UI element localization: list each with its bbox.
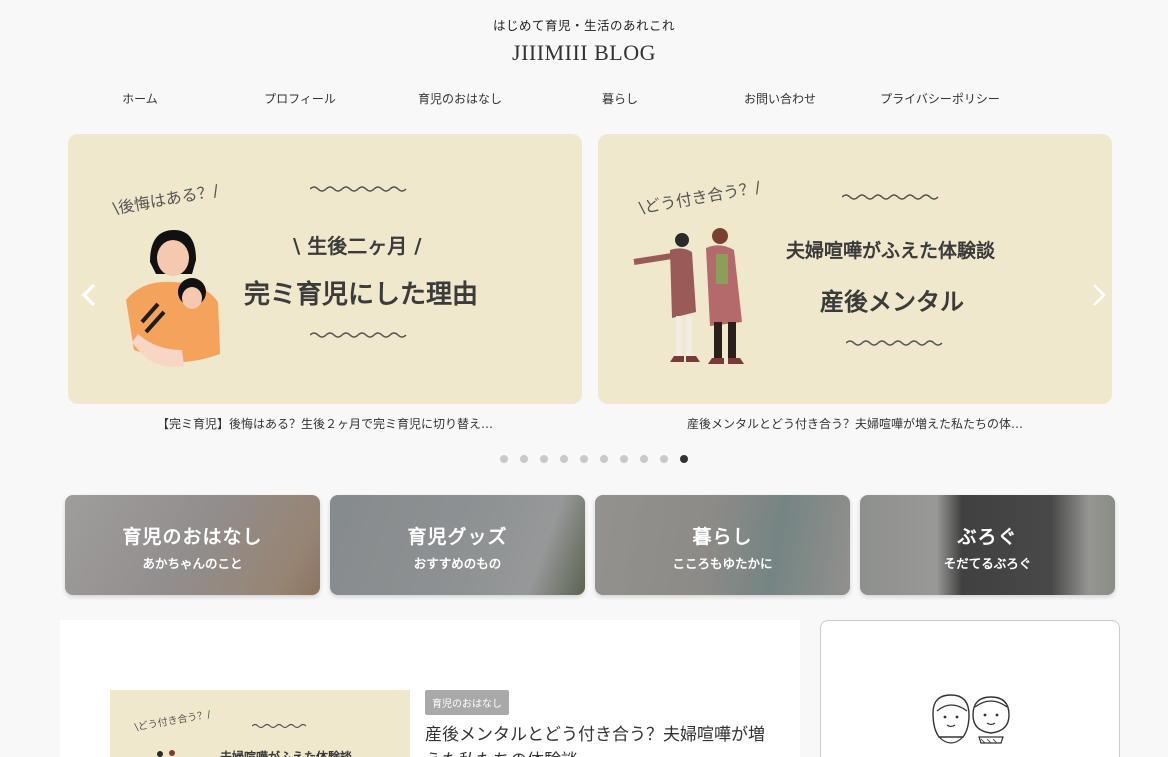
slide-headline-top: \ 生後二ヶ月 / — [293, 234, 422, 258]
slider-dot[interactable] — [660, 455, 668, 463]
post-title[interactable]: 産後メンタルとどう付き合う？夫婦喧嘩が増えた私たちの体験談 — [425, 722, 765, 757]
slide-card[interactable]: \どう付き合う？/ 夫婦喧嘩がふえた体験談 産後メンタル — [598, 134, 1112, 404]
mother-baby-illustration — [126, 230, 220, 367]
thumb-tag: \どう付き合う？/ — [133, 709, 212, 734]
wave-decoration-icon — [846, 340, 943, 346]
slide: \どう付き合う？/ 夫婦喧嘩がふえた体験談 産後メンタル 産後メンタルとどう付き… — [598, 134, 1112, 432]
post-thumbnail[interactable]: \どう付き合う？/ 夫婦喧嘩がふえた体験談 — [110, 690, 410, 757]
couple-illustration — [633, 228, 744, 364]
nav-item-living[interactable]: 暮らし — [540, 90, 700, 107]
slider-dot[interactable] — [620, 455, 628, 463]
sidebar-profile — [820, 620, 1120, 757]
slider-dot[interactable] — [680, 455, 688, 463]
slider-dot[interactable] — [520, 455, 528, 463]
category-title: 暮らし — [692, 526, 753, 548]
slide-card[interactable]: \後悔はある？/ \ 生後二ヶ月 / 完ミ育児にした理由 — [68, 134, 582, 404]
post-category-badge[interactable]: 育児のおはなし — [425, 690, 509, 715]
category-title: ぶろぐ — [957, 526, 1018, 548]
chevron-right-icon — [1093, 284, 1106, 306]
wave-decoration-icon — [252, 723, 307, 729]
nav-item-privacy[interactable]: プライバシーポリシー — [860, 90, 1020, 107]
slider-prev-button[interactable] — [80, 282, 98, 313]
category-subtitle: おすすめのもの — [413, 556, 502, 571]
category-subtitle: あかちゃんのこと — [142, 556, 243, 571]
site-header: はじめて育児・生活のあれこれ JIIIMIII BLOG — [0, 0, 1168, 66]
wave-decoration-icon — [310, 186, 407, 192]
slide-caption[interactable]: 産後メンタルとどう付き合う？夫婦喧嘩が増えた私たちの体… — [598, 415, 1112, 432]
slider-dot[interactable] — [600, 455, 608, 463]
slide-headline-main: 産後メンタル — [820, 288, 964, 316]
category-title: 育児のおはなし — [122, 526, 263, 548]
site-tagline: はじめて育児・生活のあれこれ — [492, 18, 675, 33]
slide-tag: \後悔はある？/ — [111, 180, 220, 219]
wave-decoration-icon — [310, 332, 407, 338]
nav-item-parenting[interactable]: 育児のおはなし — [380, 90, 540, 107]
featured-slider: \後悔はある？/ \ 生後二ヶ月 / 完ミ育児にした理由 【完ミ育児】後悔はある — [0, 134, 1168, 474]
chevron-left-icon — [81, 283, 96, 307]
couple-illustration — [157, 750, 175, 757]
category-card-goods[interactable]: 育児グッズ おすすめのもの — [330, 495, 585, 595]
category-cards: 育児のおはなし あかちゃんのこと 育児グッズ おすすめのもの 暮らし こころもゆ… — [65, 495, 1115, 595]
slide: \後悔はある？/ \ 生後二ヶ月 / 完ミ育児にした理由 【完ミ育児】後悔はある — [68, 134, 582, 432]
slider-dot[interactable] — [580, 455, 588, 463]
category-title: 育児グッズ — [407, 526, 508, 548]
category-subtitle: こころもゆたかに — [672, 556, 773, 571]
slider-dot[interactable] — [560, 455, 568, 463]
category-card-living[interactable]: 暮らし こころもゆたかに — [595, 495, 850, 595]
category-card-blog[interactable]: ぶろぐ そだてるぶろぐ — [860, 495, 1115, 595]
site-title[interactable]: JIIIMIII BLOG — [0, 40, 1168, 66]
nav-item-profile[interactable]: プロフィール — [220, 90, 380, 107]
slider-next-button[interactable] — [1090, 282, 1108, 313]
thumb-headline: 夫婦喧嘩がふえた体験談 — [220, 750, 353, 757]
wave-decoration-icon — [842, 194, 939, 200]
slider-dot[interactable] — [640, 455, 648, 463]
slide-headline-main: 完ミ育児にした理由 — [244, 280, 479, 310]
global-nav: ホーム プロフィール 育児のおはなし 暮らし お問い合わせ プライバシーポリシー — [60, 90, 1120, 110]
category-card-parenting[interactable]: 育児のおはなし あかちゃんのこと — [65, 495, 320, 595]
nav-item-home[interactable]: ホーム — [60, 90, 220, 107]
profile-avatar-illustration — [932, 694, 1010, 744]
nav-item-contact[interactable]: お問い合わせ — [700, 90, 860, 107]
slide-caption[interactable]: 【完ミ育児】後悔はある？生後２ヶ月で完ミ育児に切り替え… — [68, 415, 582, 432]
main-content: \どう付き合う？/ 夫婦喧嘩がふえた体験談 育児のおはなし 産後メンタルとどう付… — [60, 620, 800, 757]
slider-dot[interactable] — [540, 455, 548, 463]
slider-dot[interactable] — [500, 455, 508, 463]
slide-tag: \どう付き合う？/ — [637, 177, 762, 218]
category-subtitle: そだてるぶろぐ — [943, 556, 1032, 571]
slide-headline-top: 夫婦喧嘩がふえた体験談 — [786, 240, 996, 262]
